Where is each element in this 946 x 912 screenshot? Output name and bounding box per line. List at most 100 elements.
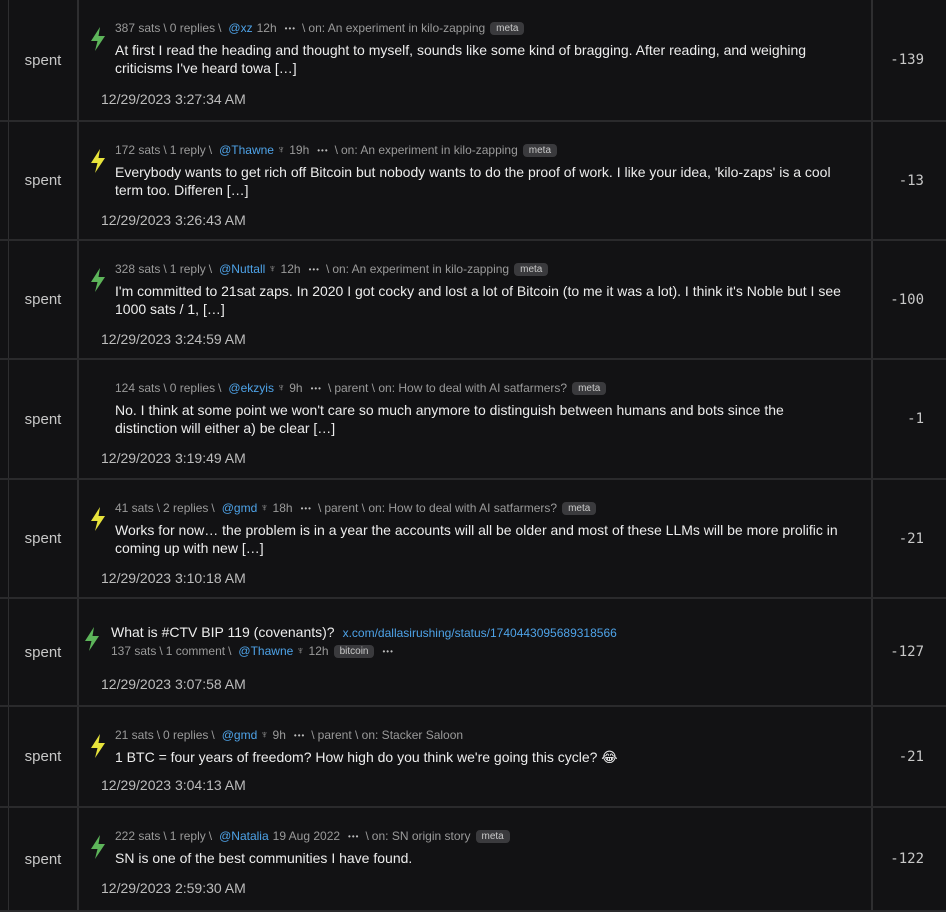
item-age[interactable]: 12h <box>257 21 277 35</box>
reply-count[interactable]: 0 replies <box>170 381 215 395</box>
context-link[interactable]: on: An experiment in kilo-zapping <box>308 21 485 35</box>
comment-text[interactable]: I'm committed to 21sat zaps. In 2020 I g… <box>115 282 845 318</box>
zap-bolt-icon[interactable] <box>89 267 107 293</box>
zap-bolt-icon[interactable] <box>89 148 107 174</box>
comment-text[interactable]: SN is one of the best communities I have… <box>115 849 845 867</box>
item-age[interactable]: 12h <box>281 262 301 276</box>
reply-count[interactable]: 0 replies <box>170 21 215 35</box>
zap-bolt-icon[interactable] <box>89 506 107 532</box>
item-cell: 21 sats \ 0 replies \ @gmd ♆ 9h ••• \ parent \ on… <box>78 707 871 806</box>
comment-text[interactable]: At first I read the heading and thought … <box>115 41 845 77</box>
item-age[interactable]: 12h <box>309 644 329 658</box>
zap-bolt-icon[interactable] <box>83 626 101 652</box>
item-age[interactable]: 9h <box>289 381 302 395</box>
item-meta: 124 sats \ 0 replies \ @ekzyis ♆ 9h ••• \ parent … <box>115 381 607 395</box>
amount-cell: -139 <box>871 0 946 120</box>
more-options-icon[interactable]: ••• <box>294 731 305 740</box>
table-row: spent 328 sats \ 1 reply \ @Nuttall ♆ 12h ••• \ on… <box>0 241 946 360</box>
amount-cell: -122 <box>871 808 946 910</box>
user-link[interactable]: @gmd <box>222 728 258 742</box>
user-link[interactable]: @gmd <box>222 501 258 515</box>
item-meta: 222 sats \ 1 reply \ @Natalia 19 Aug 2022 ••• \… <box>115 829 510 843</box>
context-link[interactable]: parent \ on: How to deal with AI satfarm… <box>324 501 557 515</box>
context-link[interactable]: parent \ on: How to deal with AI satfarm… <box>334 381 567 395</box>
sats-count[interactable]: 172 sats <box>115 143 160 157</box>
sats-count[interactable]: 41 sats <box>115 501 154 515</box>
item-age[interactable]: 18h <box>273 501 293 515</box>
sats-count[interactable]: 222 sats <box>115 829 160 843</box>
user-link[interactable]: @Thawne <box>238 644 293 658</box>
item-cell: 328 sats \ 1 reply \ @Nuttall ♆ 12h ••• \ on: An … <box>78 241 871 358</box>
table-row: spent 124 sats \ 0 replies \ @ekzyis ♆ 9h ••• \ pa… <box>0 360 946 480</box>
reply-count[interactable]: 1 reply <box>170 262 206 276</box>
comment-text[interactable]: No. I think at some point we won't care … <box>115 401 845 437</box>
comment-text[interactable]: Works for now… the problem is in a year … <box>115 521 845 557</box>
sats-count[interactable]: 124 sats <box>115 381 160 395</box>
more-options-icon[interactable]: ••• <box>311 384 322 393</box>
item-age[interactable]: 9h <box>273 728 286 742</box>
separator: \ <box>334 143 338 157</box>
item-meta: 41 sats \ 2 replies \ @gmd ♆ 18h ••• \ parent \ o… <box>115 501 597 515</box>
user-link[interactable]: @Natalia <box>219 829 269 843</box>
comment-text[interactable]: Everybody wants to get rich off Bitcoin … <box>115 163 845 199</box>
more-options-icon[interactable]: ••• <box>285 24 296 33</box>
reply-count[interactable]: 1 comment <box>166 644 225 658</box>
post-title[interactable]: What is #CTV BIP 119 (covenants)? x.com/d… <box>111 624 617 640</box>
separator: \ <box>211 501 215 515</box>
sub-badge[interactable]: meta <box>572 381 607 395</box>
amount-cell: -100 <box>871 241 946 358</box>
amount-cell: -1 <box>871 360 946 478</box>
separator: \ <box>163 262 167 276</box>
separator: \ <box>218 21 222 35</box>
zap-bolt-icon[interactable] <box>89 26 107 52</box>
reply-count[interactable]: 2 replies <box>163 501 208 515</box>
post-title-text[interactable]: What is #CTV BIP 119 (covenants)? <box>111 624 335 640</box>
sats-count[interactable]: 328 sats <box>115 262 160 276</box>
context-link[interactable]: on: An experiment in kilo-zapping <box>332 262 509 276</box>
user-link[interactable]: @xz <box>228 21 252 35</box>
sub-badge[interactable]: meta <box>514 262 549 276</box>
separator: \ <box>365 829 369 843</box>
sats-count[interactable]: 137 sats <box>111 644 156 658</box>
zap-bolt-icon[interactable] <box>89 733 107 759</box>
item-age[interactable]: 19 Aug 2022 <box>273 829 340 843</box>
reply-count[interactable]: 0 replies <box>163 728 208 742</box>
zap-bolt-icon[interactable] <box>89 834 107 860</box>
user-link[interactable]: @ekzyis <box>228 381 274 395</box>
context-link[interactable]: on: An experiment in kilo-zapping <box>341 143 518 157</box>
table-row: spent 41 sats \ 2 replies \ @gmd ♆ 18h ••• \ paren… <box>0 480 946 599</box>
comment-text[interactable]: 1 BTC = four years of freedom? How high … <box>115 748 845 766</box>
reply-count[interactable]: 1 reply <box>170 829 206 843</box>
context-link[interactable]: on: SN origin story <box>372 829 471 843</box>
sats-count[interactable]: 387 sats <box>115 21 160 35</box>
sub-badge[interactable]: meta <box>475 829 510 843</box>
transactions-table: spent 387 sats \ 0 replies \ @xz 12h ••• \ on: An… <box>0 0 946 912</box>
reply-count[interactable]: 1 reply <box>170 143 206 157</box>
separator: \ <box>302 21 306 35</box>
more-options-icon[interactable]: ••• <box>382 647 393 656</box>
type-cell: spent <box>8 360 79 478</box>
item-age[interactable]: 19h <box>289 143 309 157</box>
transaction-date: 12/29/2023 3:04:13 AM <box>101 777 246 793</box>
sub-badge[interactable]: bitcoin <box>333 644 375 658</box>
user-link[interactable]: @Thawne <box>219 143 274 157</box>
more-options-icon[interactable]: ••• <box>301 504 312 513</box>
separator: \ <box>163 143 167 157</box>
sats-count[interactable]: 21 sats <box>115 728 154 742</box>
separator: \ <box>211 728 215 742</box>
separator: \ <box>163 829 167 843</box>
separator: \ <box>208 829 213 843</box>
sub-badge[interactable]: meta <box>562 501 597 515</box>
cowboy-hat-icon: ♆ <box>296 645 305 657</box>
sub-badge[interactable]: meta <box>522 143 558 157</box>
more-options-icon[interactable]: ••• <box>348 832 359 841</box>
item-cell: 172 sats \ 1 reply \ @Thawne ♆ 19h ••• \ on: An e… <box>78 122 871 239</box>
more-options-icon[interactable]: ••• <box>309 265 320 274</box>
separator: \ <box>208 262 213 276</box>
type-cell: spent <box>8 599 79 705</box>
sub-badge[interactable]: meta <box>490 21 525 35</box>
more-options-icon[interactable]: ••• <box>317 146 328 155</box>
post-link[interactable]: x.com/dallasirushing/status/174044309568… <box>343 626 617 640</box>
context-link[interactable]: parent \ on: Stacker Saloon <box>318 728 463 742</box>
user-link[interactable]: @Nuttall <box>219 262 265 276</box>
